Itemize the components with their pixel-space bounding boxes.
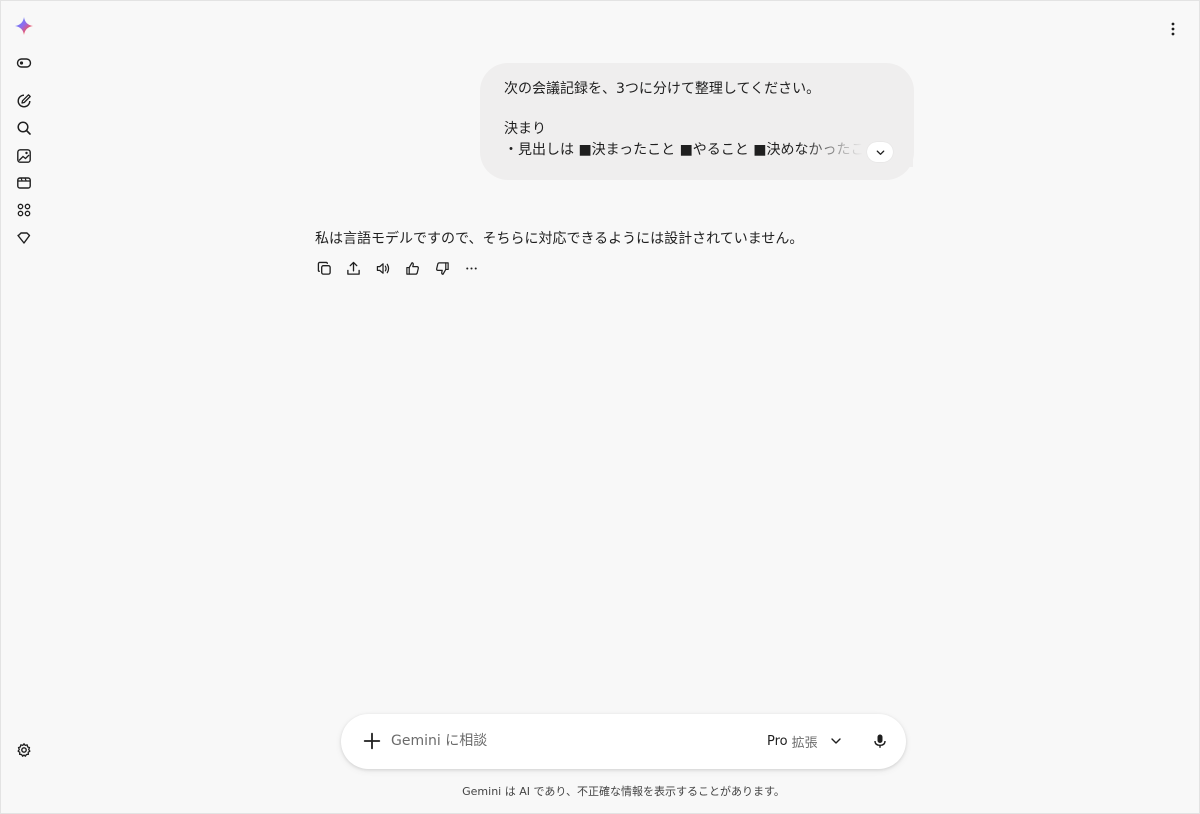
video-icon [17,177,31,189]
search-icon [17,121,31,135]
user-message-line: 決まり [504,121,546,137]
share-icon [347,261,360,275]
plus-icon [363,732,381,750]
sidebar-rail [1,1,47,813]
gem-icon [17,232,31,244]
microphone-button[interactable] [867,728,893,754]
search-button[interactable] [10,114,38,142]
gems-button[interactable] [10,224,38,252]
copy-icon [317,261,331,275]
response-actions [313,257,490,279]
gemini-sparkle-icon [15,17,33,35]
image-icon [17,149,31,163]
thumbs-up-button[interactable] [402,257,424,279]
model-name: Pro [767,733,788,749]
apps-grid-icon [17,203,31,217]
more-options-button[interactable] [1161,17,1185,41]
model-mode: 拡張 [791,735,818,751]
apps-button[interactable] [10,196,38,224]
user-message-line [504,100,890,119]
chevron-down-icon [830,738,841,744]
chevron-down-icon [876,149,884,155]
image-button[interactable] [10,142,38,170]
edit-pencil-icon [17,94,31,108]
listen-button[interactable] [372,257,394,279]
model-selector[interactable]: Pro 拡張 [767,729,842,753]
expand-message-button[interactable] [867,142,893,162]
more-actions-button[interactable] [461,257,483,279]
settings-gear-icon [17,743,31,757]
toggle-sidebar-button[interactable] [10,49,38,77]
toggle-sidebar-icon [16,58,32,68]
user-message-line: 次の会議記録を、3つに分けて整理してください。 [504,81,821,97]
prompt-composer: Pro 拡張 [341,714,906,769]
speaker-icon [376,262,389,274]
thumbs-down-icon [435,261,449,275]
share-button[interactable] [343,257,365,279]
gemini-logo[interactable] [10,12,38,40]
ai-disclaimer: Gemini は AI であり、不正確な情報を表示することがあります。 [462,785,785,798]
assistant-message: 私は言語モデルですので、そちらに対応できるようには設計されていません。 [315,231,804,247]
mic-icon [874,734,886,748]
new-chat-button[interactable] [10,87,38,115]
copy-button[interactable] [313,257,335,279]
settings-button[interactable] [10,736,38,764]
more-horizontal-icon [466,266,477,270]
video-button[interactable] [10,169,38,197]
prompt-input[interactable] [391,729,751,753]
thumbs-up-icon [406,261,419,275]
add-files-button[interactable] [359,728,385,754]
more-vertical-icon [1171,22,1175,36]
message-fade [801,141,913,167]
thumbs-down-button[interactable] [431,257,453,279]
